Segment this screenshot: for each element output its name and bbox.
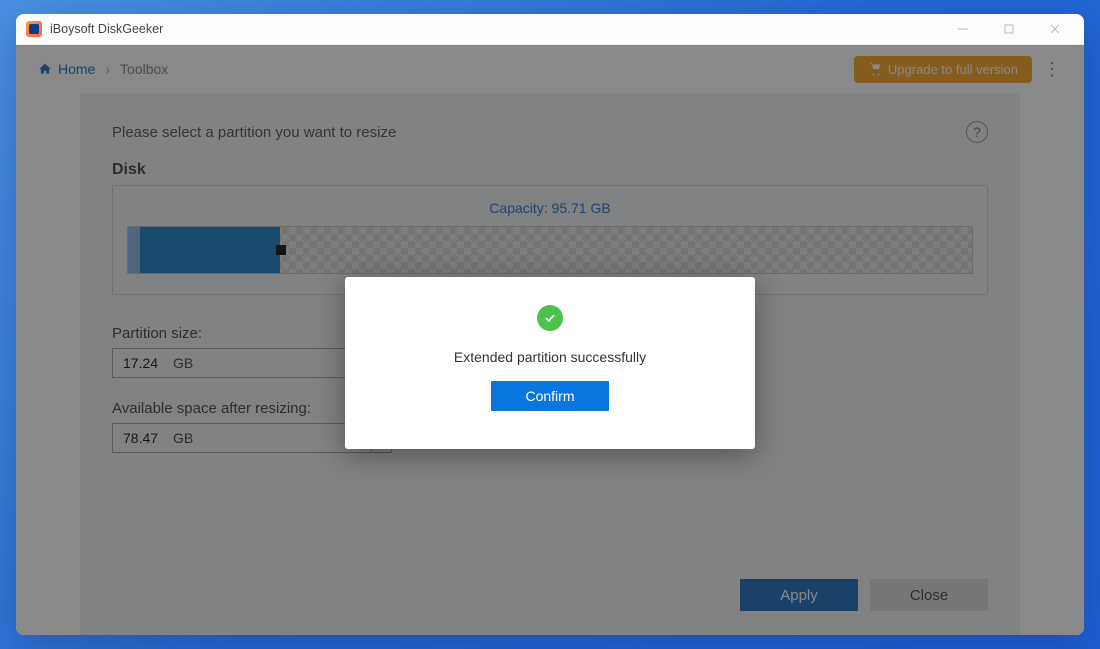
app-logo-icon bbox=[26, 21, 42, 37]
confirm-button-label: Confirm bbox=[525, 388, 574, 404]
app-window: iBoysoft DiskGeeker Home › Toolbox Upgra… bbox=[16, 14, 1084, 635]
close-window-button[interactable] bbox=[1032, 14, 1078, 45]
minimize-button[interactable] bbox=[940, 14, 986, 45]
app-body: Home › Toolbox Upgrade to full version ⋮… bbox=[16, 45, 1084, 635]
success-icon bbox=[537, 305, 563, 331]
minimize-icon bbox=[958, 24, 968, 34]
confirm-button[interactable]: Confirm bbox=[491, 381, 609, 411]
modal-message: Extended partition successfully bbox=[454, 349, 646, 365]
window-title: iBoysoft DiskGeeker bbox=[50, 22, 163, 36]
success-modal: Extended partition successfully Confirm bbox=[345, 277, 755, 449]
titlebar: iBoysoft DiskGeeker bbox=[16, 14, 1084, 45]
close-icon bbox=[1050, 24, 1060, 34]
maximize-button[interactable] bbox=[986, 14, 1032, 45]
maximize-icon bbox=[1004, 24, 1014, 34]
